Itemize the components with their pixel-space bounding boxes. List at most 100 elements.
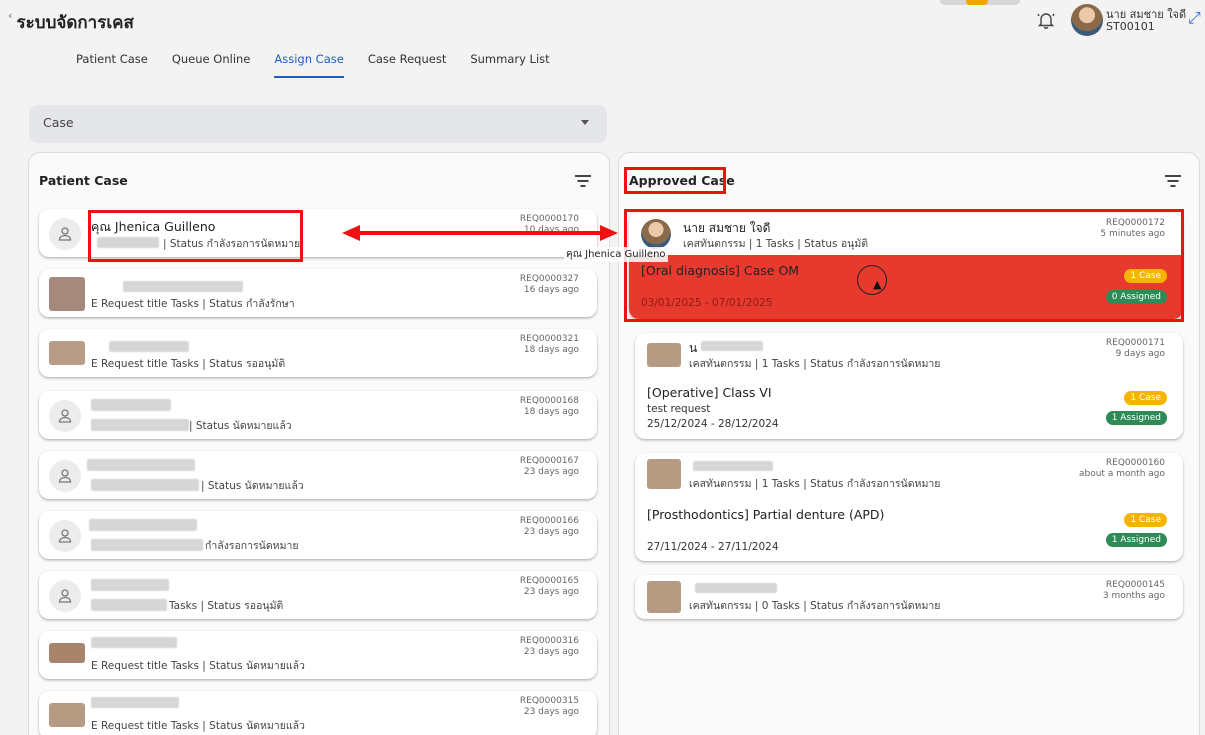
list-item[interactable]: | Status นัดหมายแล้ว REQ0000167 23 days … [39, 451, 597, 499]
redacted-text [91, 479, 199, 491]
request-id: REQ0000327 [519, 274, 579, 284]
patient-status: Tasks | Status รออนุมัติ [169, 600, 284, 612]
list-item[interactable]: Tasks | Status รออนุมัติ REQ0000165 23 d… [39, 571, 597, 619]
request-id: REQ0000168 [519, 396, 579, 406]
redacted-text [91, 399, 171, 411]
patient-status: E Request title Tasks | Status นัดหมายแล… [91, 720, 305, 732]
assigned-badge: 0 Assigned [1105, 290, 1167, 304]
tab-assign-case[interactable]: Assign Case [262, 46, 355, 78]
case-status: เคสทันตกรรม | 1 Tasks | Status กำลังรอกา… [689, 478, 941, 490]
patient-status: E Request title Tasks | Status นัดหมายแล… [91, 660, 305, 672]
cursor-ring [857, 265, 887, 295]
list-item[interactable]: | Status นัดหมายแล้ว REQ0000168 18 days … [39, 391, 597, 439]
request-id: REQ0000165 [519, 576, 579, 586]
patient-photo [647, 343, 681, 367]
panel-title: Approved Case [629, 173, 735, 188]
tab-patient-case[interactable]: Patient Case [64, 46, 160, 78]
case-select[interactable]: Case [29, 105, 607, 143]
person-icon [49, 580, 81, 612]
patient-photo [49, 341, 85, 365]
redacted-text [91, 579, 169, 591]
case-dates: 25/12/2024 - 28/12/2024 [647, 418, 779, 430]
top-indicator [940, 0, 1020, 5]
case-dates: 03/01/2025 - 07/01/2025 [641, 297, 773, 309]
case-count-badge: 1 Case [1124, 513, 1167, 527]
drag-arrow-icon [342, 225, 618, 241]
user-id: ST00101 [1106, 20, 1155, 33]
person-icon [49, 218, 81, 250]
patient-status: | Status นัดหมายแล้ว [201, 480, 304, 492]
list-item[interactable]: กำลังรอการนัดหมาย REQ0000166 23 days ago [39, 511, 597, 559]
case-title: [Operative] Class VI [647, 385, 772, 400]
redacted-text [91, 697, 179, 708]
redacted-text [701, 341, 763, 351]
case-count-badge: 1 Case [1124, 391, 1167, 405]
case-status: เคสทันตกรรม | 0 Tasks | Status กำลังรอกา… [689, 600, 941, 612]
tab-case-request[interactable]: Case Request [356, 46, 459, 78]
request-age: 23 days ago [523, 707, 579, 717]
request-age: 3 months ago [1102, 591, 1165, 601]
list-item[interactable]: E Request title Tasks | Status กำลังรักษ… [39, 269, 597, 317]
request-id: REQ0000316 [519, 636, 579, 646]
request-age: 18 days ago [523, 407, 579, 417]
approved-case-card[interactable]: น เคสทันตกรรม | 1 Tasks | Status กำลังรอ… [635, 333, 1183, 439]
redacted-text [109, 341, 189, 352]
patient-status: E Request title Tasks | Status กำลังรักษ… [91, 298, 295, 310]
tab-summary-list[interactable]: Summary List [458, 46, 561, 78]
list-item[interactable]: E Request title Tasks | Status นัดหมายแล… [39, 631, 597, 679]
patient-status: E Request title Tasks | Status รออนุมัติ [91, 358, 286, 370]
approved-case-card[interactable]: เคสทันตกรรม | 1 Tasks | Status กำลังรอกา… [635, 453, 1183, 561]
assigned-badge: 1 Assigned [1105, 533, 1167, 547]
request-age: 23 days ago [523, 647, 579, 657]
request-age: 23 days ago [523, 527, 579, 537]
request-id: REQ0000315 [519, 696, 579, 706]
request-age: 9 days ago [1115, 349, 1165, 359]
patient-photo [647, 581, 681, 613]
list-item[interactable]: E Request title Tasks | Status รออนุมัติ… [39, 329, 597, 377]
request-age: 18 days ago [523, 345, 579, 355]
cursor-icon: ▲ [873, 278, 882, 291]
approved-case-panel: Approved Case นาย สมชาย ใจดี เคสทันตกรรม… [618, 152, 1200, 735]
list-item[interactable]: E Request title Tasks | Status นัดหมายแล… [39, 691, 597, 735]
request-id: REQ0000145 [1105, 580, 1165, 590]
patient-photo [49, 277, 85, 311]
request-id: REQ0000321 [519, 334, 579, 344]
case-status: เคสทันตกรรม | 1 Tasks | Status กำลังรอกา… [689, 358, 941, 370]
request-id: REQ0000167 [519, 456, 579, 466]
patient-photo [647, 459, 681, 489]
redacted-text [97, 237, 159, 248]
panel-title: Patient Case [39, 173, 128, 188]
request-id: REQ0000160 [1105, 458, 1165, 468]
patient-photo [49, 703, 85, 727]
case-count-badge: 1 Case [1124, 269, 1167, 283]
redacted-text [89, 519, 197, 531]
redacted-text [91, 539, 203, 551]
case-dates: 27/11/2024 - 27/11/2024 [647, 541, 779, 553]
request-id: REQ0000171 [1105, 338, 1165, 348]
case-note: test request [647, 403, 711, 415]
patient-status: กำลังรอการนัดหมาย [205, 540, 299, 552]
user-avatar[interactable] [1071, 4, 1103, 36]
request-age: 5 minutes ago [1100, 229, 1165, 239]
patient-name: คุณ Jhenica Guilleno [91, 219, 216, 234]
patient-status: | Status กำลังรอการนัดหมาย [163, 238, 301, 250]
approved-case-card[interactable]: เคสทันตกรรม | 0 Tasks | Status กำลังรอกา… [635, 575, 1183, 619]
tab-bar: Patient Case Queue Online Assign Case Ca… [64, 46, 562, 78]
case-title: [Prosthodontics] Partial denture (APD) [647, 507, 885, 522]
request-age: about a month ago [1078, 469, 1165, 479]
redacted-text [693, 461, 773, 471]
tab-queue-online[interactable]: Queue Online [160, 46, 263, 78]
top-bar: ระบบจัดการเคส นาย สมชาย ใจดี ST00101 ⤢ [0, 0, 1205, 42]
person-icon [49, 400, 81, 432]
expand-icon[interactable]: ⤢ [1188, 8, 1201, 28]
patient-photo [49, 643, 85, 663]
case-status: เคสทันตกรรม | 1 Tasks | Status อนุมัติ [683, 238, 869, 250]
filter-icon[interactable] [575, 175, 591, 187]
approved-case-card[interactable]: นาย สมชาย ใจดี เคสทันตกรรม | 1 Tasks | S… [629, 213, 1183, 319]
drag-tooltip: คุณ Jhenica Guilleno [564, 247, 668, 262]
filter-icon[interactable] [1165, 175, 1181, 187]
case-title: [Oral diagnosis] Case OM [641, 263, 800, 278]
request-id: REQ0000172 [1105, 218, 1165, 228]
bell-icon[interactable] [1036, 10, 1058, 32]
person-icon [49, 520, 81, 552]
